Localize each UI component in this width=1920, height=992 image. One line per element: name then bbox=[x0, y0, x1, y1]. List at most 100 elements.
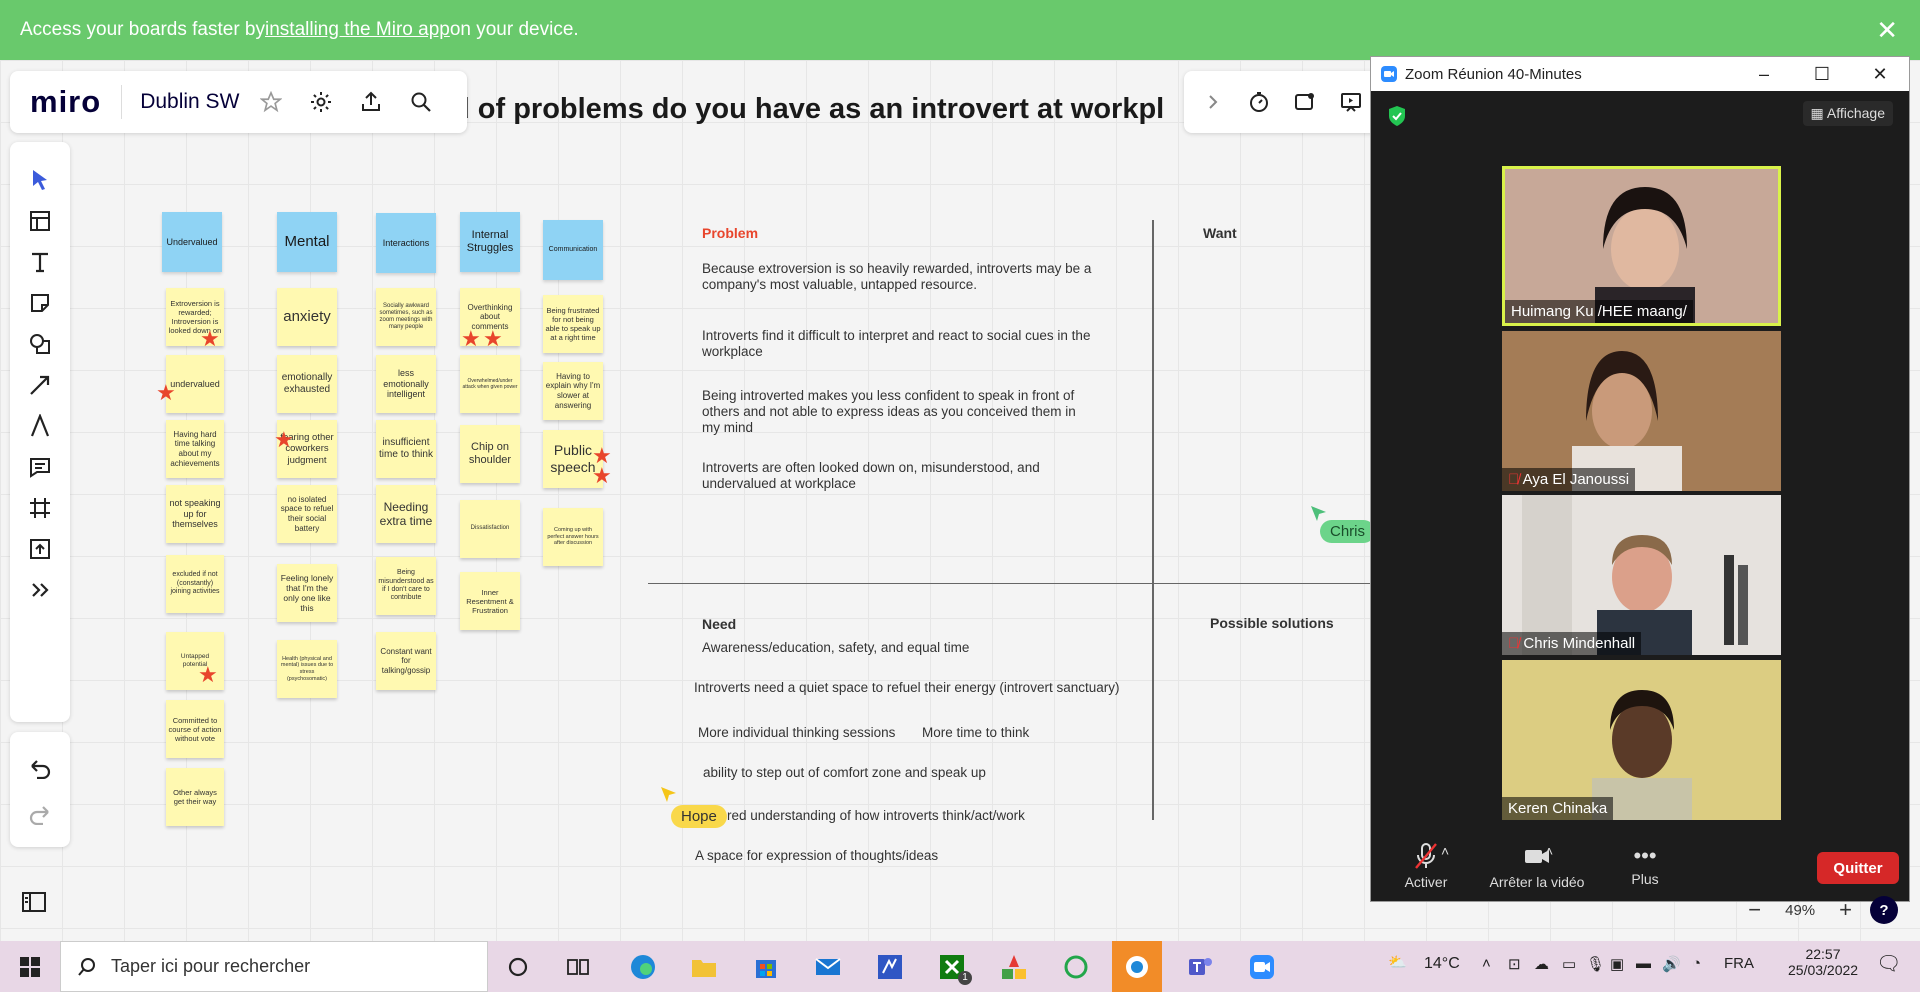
frame-icon[interactable] bbox=[24, 492, 56, 524]
participant-tile-active-speaker[interactable]: Huimang Ku /HEE maang/ bbox=[1502, 166, 1781, 326]
pen-icon[interactable] bbox=[24, 410, 56, 442]
install-app-link[interactable]: installing the Miro app bbox=[265, 19, 450, 40]
zoom-out-icon[interactable]: − bbox=[1748, 897, 1761, 923]
presentation-icon[interactable] bbox=[1338, 88, 1364, 116]
select-cursor-icon[interactable] bbox=[24, 164, 56, 196]
need-item[interactable]: Awareness/education, safety, and equal t… bbox=[702, 640, 969, 656]
help-icon[interactable]: ? bbox=[1870, 896, 1898, 924]
tray-chevron-icon[interactable]: ˄ bbox=[1482, 955, 1491, 972]
stop-video-button[interactable]: Arrêter la vidéo bbox=[1481, 841, 1593, 890]
board-name[interactable]: Dublin SW bbox=[140, 90, 239, 114]
wifi-icon[interactable]: ◔ bbox=[1692, 955, 1701, 972]
zoom-percentage[interactable]: 49% bbox=[1785, 902, 1815, 919]
view-layout-button[interactable]: ▦ Affichage bbox=[1802, 101, 1893, 126]
participant-tile[interactable]: Keren Chinaka bbox=[1502, 660, 1781, 820]
more-button[interactable]: ••• Plus bbox=[1615, 841, 1675, 887]
column-header-interactions[interactable]: Interactions bbox=[376, 213, 436, 273]
timer-icon[interactable] bbox=[1246, 88, 1272, 116]
need-item[interactable]: Introverts need a quiet space to refuel … bbox=[694, 680, 1119, 696]
need-item[interactable]: ability to step out of comfort zone and … bbox=[703, 765, 986, 781]
sticky-note[interactable]: Inner Resentment & Frustration bbox=[460, 572, 520, 630]
sticky-note[interactable]: Being misunderstood as if I don't care t… bbox=[376, 557, 436, 615]
sticky-note[interactable]: Having to explain why I'm slower at answ… bbox=[543, 362, 603, 420]
sticky-note[interactable]: not speaking up for themselves bbox=[166, 485, 224, 543]
problem-item[interactable]: Introverts find it difficult to interpre… bbox=[702, 328, 1092, 360]
weather-temperature[interactable]: 14°C bbox=[1424, 955, 1460, 973]
problem-item[interactable]: Because extroversion is so heavily rewar… bbox=[702, 261, 1092, 293]
microphone-icon[interactable]: 🎙 bbox=[1586, 955, 1605, 973]
onedrive-cloud-icon[interactable]: ☁ bbox=[1534, 955, 1549, 973]
sticky-note[interactable]: Constant want for talking/gossip bbox=[376, 632, 436, 690]
sticky-note[interactable]: Other always get their way bbox=[166, 768, 224, 826]
weather-icon[interactable]: ⛅ bbox=[1388, 953, 1407, 971]
task-view-icon[interactable] bbox=[560, 949, 596, 985]
sticky-note[interactable]: Overwhelmed/under attack when given powe… bbox=[460, 355, 520, 413]
banner-close-icon[interactable]: ✕ bbox=[1876, 15, 1898, 46]
board-panel-icon[interactable] bbox=[10, 880, 58, 924]
share-upload-icon[interactable] bbox=[357, 88, 385, 116]
want-title[interactable]: Want bbox=[1203, 225, 1237, 241]
leave-meeting-button[interactable]: Quitter bbox=[1817, 852, 1899, 884]
more-tools-chevron-icon[interactable] bbox=[24, 574, 56, 606]
column-header-mental[interactable]: Mental bbox=[277, 212, 337, 272]
search-icon[interactable] bbox=[407, 88, 435, 116]
unmute-button[interactable]: Activer bbox=[1391, 841, 1461, 890]
need-item[interactable]: More time to think bbox=[922, 725, 1029, 741]
sticky-note[interactable]: Being frustrated for not being able to s… bbox=[543, 295, 603, 353]
zoom-app-icon[interactable] bbox=[1244, 949, 1280, 985]
battery-icon[interactable]: ▬ bbox=[1636, 955, 1651, 972]
app-launcher-icon[interactable] bbox=[996, 949, 1032, 985]
keyboard-language[interactable]: FRA bbox=[1724, 955, 1754, 972]
tray-screen-icon[interactable]: ▣ bbox=[1610, 955, 1624, 973]
sticky-note[interactable]: excluded if not (constantly) joining act… bbox=[166, 555, 224, 613]
problem-title[interactable]: Problem bbox=[702, 225, 758, 241]
undo-icon[interactable] bbox=[24, 752, 56, 784]
need-item[interactable]: A space for expression of thoughts/ideas bbox=[695, 848, 938, 864]
close-icon[interactable]: ✕ bbox=[1851, 64, 1909, 85]
sticky-note[interactable]: no isolated space to refuel their social… bbox=[277, 485, 337, 543]
notification-center-icon[interactable]: 🗨 bbox=[1876, 951, 1901, 976]
file-explorer-icon[interactable] bbox=[686, 949, 722, 985]
participant-tile[interactable]: 🎙̸ Aya El Janoussi bbox=[1502, 331, 1781, 491]
sticky-note[interactable]: Socially awkward sometimes, such as zoom… bbox=[376, 288, 436, 346]
sticky-note[interactable]: Coming up with perfect answer hours afte… bbox=[543, 508, 603, 566]
shapes-icon[interactable] bbox=[24, 328, 56, 360]
xbox-icon[interactable]: 1 bbox=[934, 949, 972, 985]
participant-tile[interactable]: 🎙̸ Chris Mindenhall bbox=[1502, 495, 1781, 655]
star-icon[interactable] bbox=[257, 88, 285, 116]
clock[interactable]: 22:57 25/03/2022 bbox=[1788, 946, 1858, 978]
taskbar-search-box[interactable]: Taper ici pour rechercher bbox=[60, 941, 488, 992]
zoom-in-icon[interactable]: + bbox=[1839, 897, 1852, 923]
refresh-app-icon[interactable] bbox=[1058, 949, 1094, 985]
audio-options-caret-icon[interactable]: ˄ bbox=[1441, 843, 1449, 859]
encryption-shield-icon[interactable] bbox=[1387, 105, 1407, 127]
sticky-note[interactable]: Committed to course of action without vo… bbox=[166, 700, 224, 758]
sticky-note-icon[interactable] bbox=[24, 287, 56, 319]
microsoft-store-icon[interactable] bbox=[748, 949, 784, 985]
voting-icon[interactable] bbox=[1292, 88, 1318, 116]
tray-app-icon[interactable]: ⊡ bbox=[1508, 955, 1521, 973]
text-tool-icon[interactable] bbox=[24, 246, 56, 278]
chevron-right-icon[interactable] bbox=[1200, 88, 1226, 116]
visual-studio-icon[interactable] bbox=[872, 949, 908, 985]
sticky-note[interactable]: Having hard time talking about my achiev… bbox=[166, 420, 224, 478]
templates-icon[interactable] bbox=[24, 205, 56, 237]
edge-browser-icon[interactable] bbox=[625, 949, 661, 985]
redo-icon[interactable] bbox=[24, 798, 56, 830]
settings-gear-icon[interactable] bbox=[307, 88, 335, 116]
sticky-note[interactable]: anxiety bbox=[277, 288, 337, 346]
column-header-internal-struggles[interactable]: Internal Struggles bbox=[460, 212, 520, 272]
sticky-note[interactable]: Dissatisfaction bbox=[460, 500, 520, 558]
sticky-note[interactable]: emotionally exhausted bbox=[277, 355, 337, 413]
sticky-note[interactable]: Health (physical and mental) issues due … bbox=[277, 640, 337, 698]
cortana-icon[interactable] bbox=[500, 949, 536, 985]
active-app-icon[interactable] bbox=[1112, 941, 1162, 992]
tray-device-icon[interactable]: ▭ bbox=[1562, 955, 1576, 973]
column-header-undervalued[interactable]: Undervalued bbox=[162, 212, 222, 272]
comment-icon[interactable] bbox=[24, 451, 56, 483]
need-title[interactable]: Need bbox=[702, 616, 736, 632]
upload-icon[interactable] bbox=[24, 533, 56, 565]
windows-start-icon[interactable] bbox=[12, 949, 48, 985]
video-options-caret-icon[interactable]: ˄ bbox=[1545, 843, 1553, 859]
column-header-communication[interactable]: Communication bbox=[543, 220, 603, 280]
